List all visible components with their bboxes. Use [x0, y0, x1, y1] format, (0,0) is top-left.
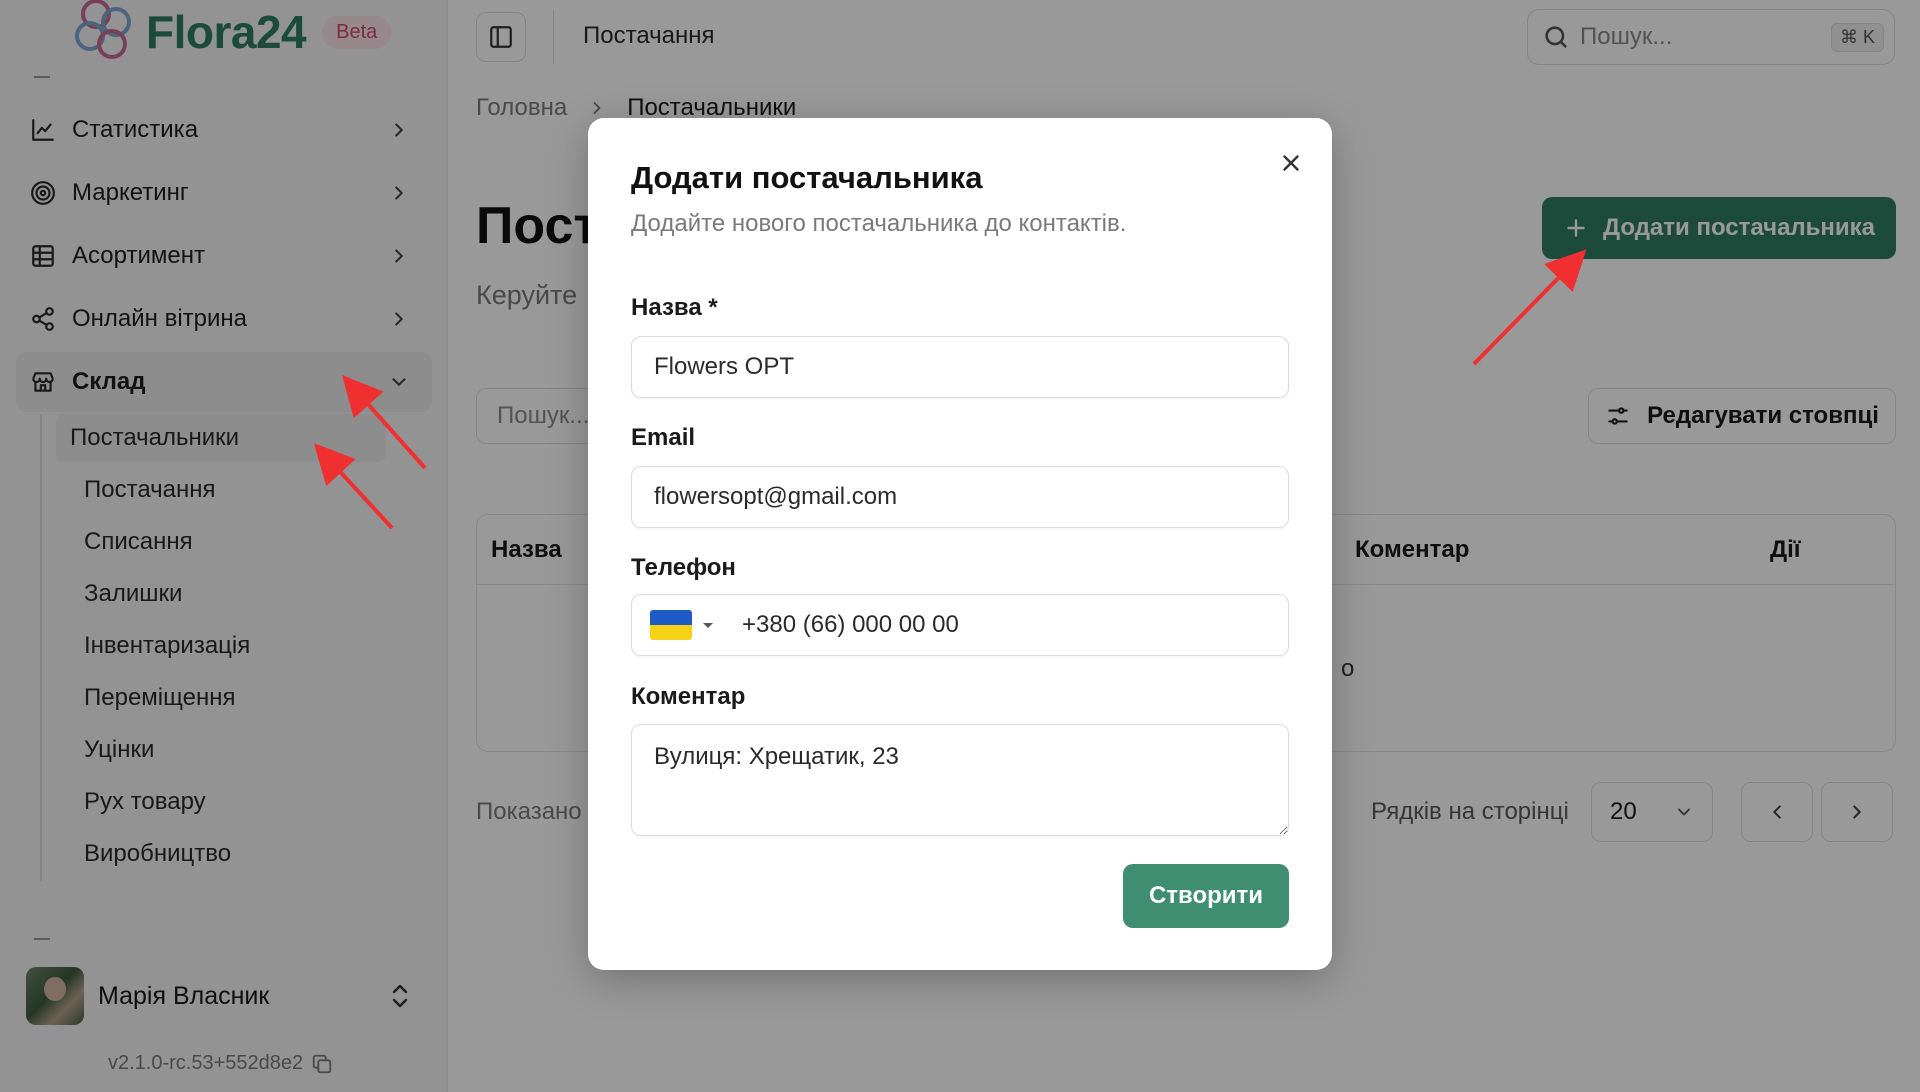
dialog-title: Додати постачальника	[631, 160, 983, 195]
phone-input[interactable]	[742, 611, 1288, 639]
ukraine-flag-icon[interactable]	[650, 610, 692, 640]
comment-field[interactable]: Вулиця: Хрещатик, 23	[631, 724, 1289, 836]
phone-field	[631, 594, 1289, 656]
comment-label: Коментар	[631, 683, 746, 710]
name-field[interactable]	[631, 336, 1289, 398]
create-button[interactable]: Створити	[1123, 864, 1289, 928]
close-icon	[1283, 155, 1299, 171]
phone-label: Телефон	[631, 554, 736, 581]
email-field[interactable]	[631, 466, 1289, 528]
email-label: Email	[631, 424, 696, 451]
add-supplier-dialog: Додати постачальника Додайте нового пост…	[588, 118, 1332, 970]
close-button[interactable]	[1274, 146, 1308, 180]
caret-down-icon[interactable]	[700, 617, 716, 633]
name-label: Назва *	[631, 294, 718, 321]
dialog-description: Додайте нового постачальника до контакті…	[631, 210, 1127, 237]
